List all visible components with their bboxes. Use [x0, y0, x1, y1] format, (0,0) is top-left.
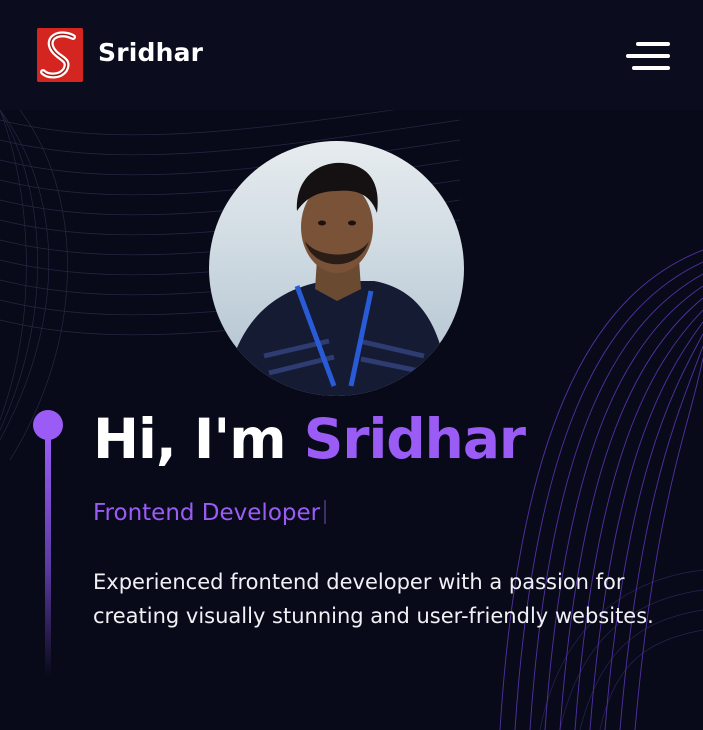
- hamburger-menu-icon[interactable]: [626, 42, 670, 70]
- site-header: Sridhar: [0, 0, 703, 110]
- role-text: Frontend Developer: [93, 500, 321, 526]
- hero-title: Hi, I'm Sridhar: [93, 404, 526, 474]
- hero-role: Frontend Developer: [93, 500, 327, 526]
- hero-greeting: Hi, I'm: [93, 407, 287, 471]
- profile-avatar: [209, 141, 464, 396]
- logo[interactable]: [37, 28, 83, 82]
- typing-caret: [324, 500, 327, 524]
- timeline-line: [45, 438, 51, 676]
- logo-s-icon: [37, 28, 83, 82]
- brand-name[interactable]: Sridhar: [98, 38, 203, 67]
- hero-name: Sridhar: [303, 407, 526, 471]
- timeline-dot: [33, 410, 63, 440]
- profile-photo: [224, 162, 449, 396]
- hero-description: Experienced frontend developer with a pa…: [93, 570, 654, 628]
